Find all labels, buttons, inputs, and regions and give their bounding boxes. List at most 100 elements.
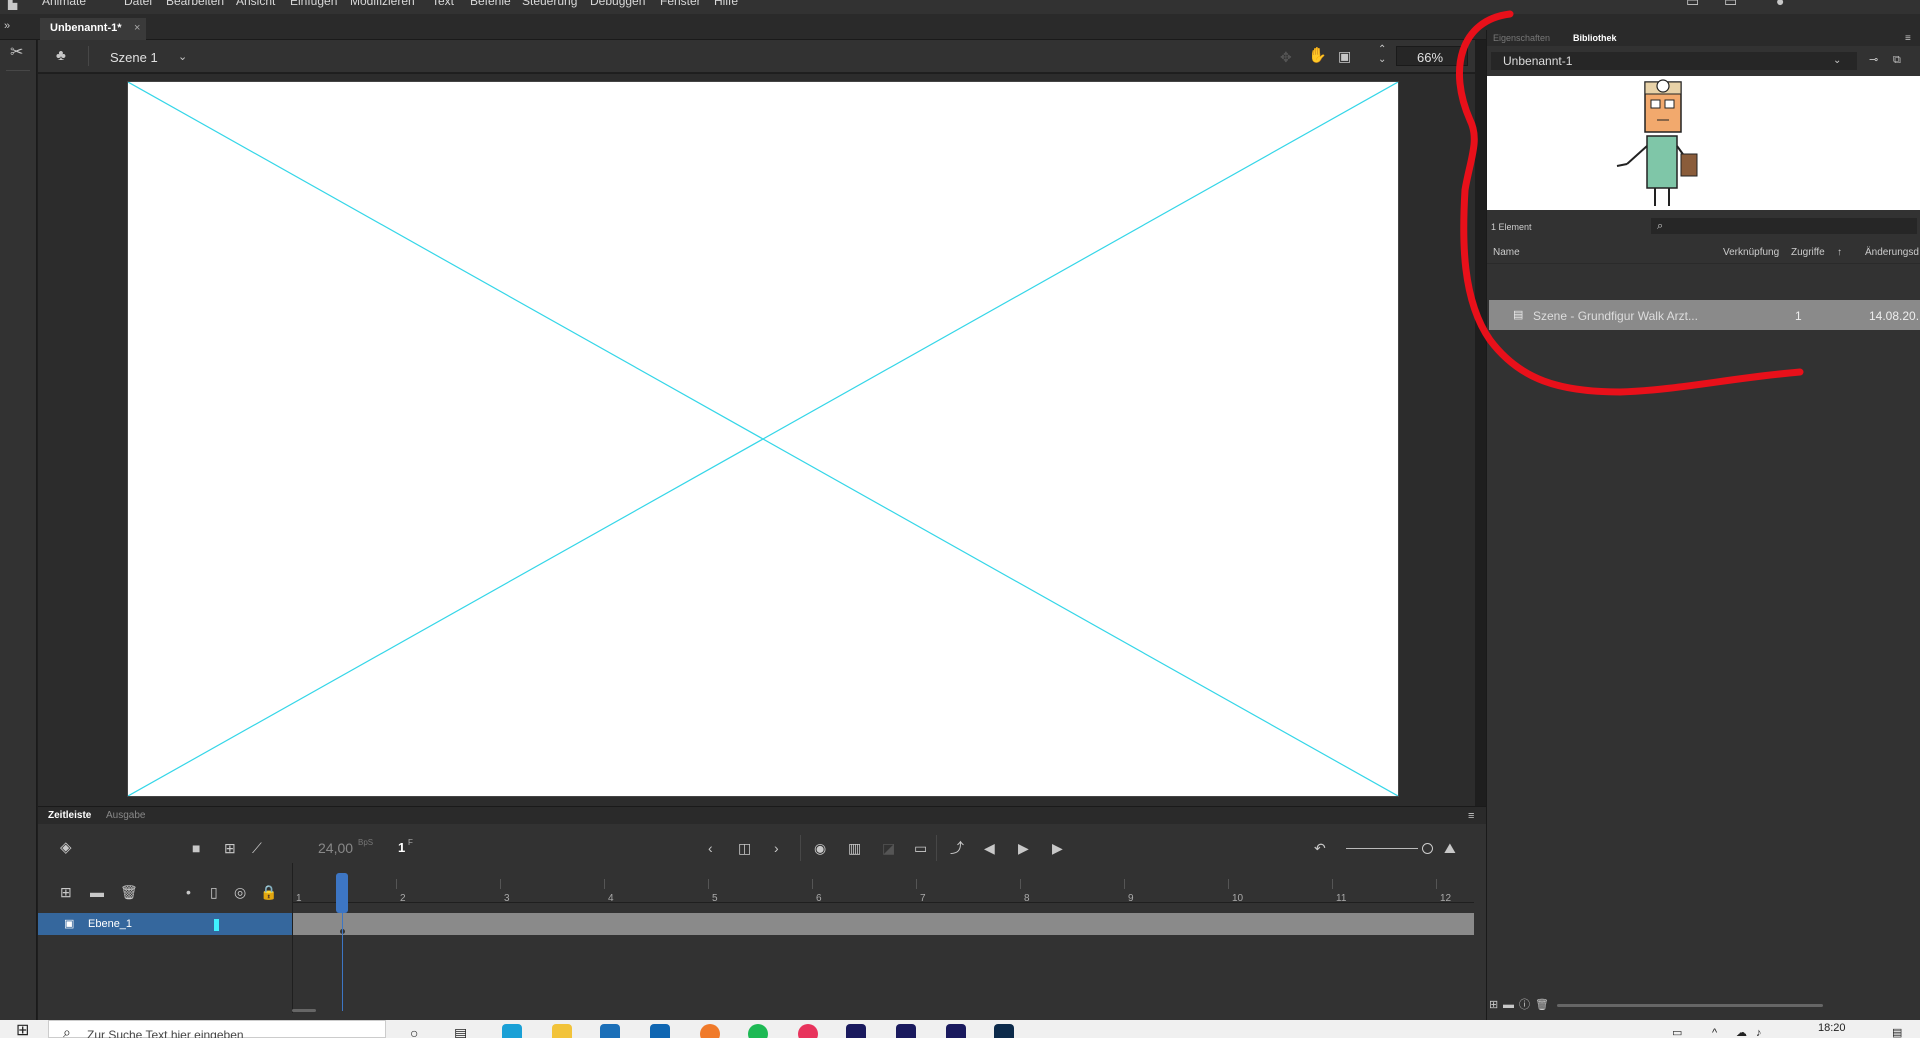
document-tab[interactable]: Unbenannt-1* × [40, 18, 146, 40]
pin-library-icon[interactable]: ⊸ [1869, 53, 1878, 67]
menu-befehle[interactable]: Befehle [470, 0, 511, 8]
graph-icon[interactable]: ⟋ [252, 841, 262, 855]
delete-layer-icon[interactable]: 🗑 [120, 885, 138, 899]
edit-symbol-icon[interactable]: ♣ [56, 48, 66, 63]
properties-icon[interactable]: ⓘ [1519, 998, 1530, 1012]
taskbar-clock[interactable]: 18:20 [1818, 1022, 1846, 1034]
new-folder-icon[interactable]: ▬ [90, 885, 104, 899]
panel-menu-icon[interactable]: ≡ [1468, 809, 1474, 823]
column-uses[interactable]: Zugriffe [1791, 247, 1825, 258]
fit-frames-icon[interactable]: ⛰ [1444, 841, 1456, 855]
edge-icon[interactable] [502, 1024, 522, 1038]
insert-keyframe-icon[interactable]: ◫ [738, 841, 751, 855]
scene-dropdown-icon[interactable]: ⌄ [178, 50, 187, 64]
creative-cloud-icon[interactable] [798, 1024, 818, 1038]
menu-datei[interactable]: Datei [124, 0, 152, 8]
next-keyframe-icon[interactable]: › [774, 841, 779, 855]
new-layer-icon[interactable]: ⊞ [60, 885, 72, 899]
media-encoder-icon[interactable] [896, 1024, 916, 1038]
step-back-icon[interactable]: ◀ [984, 841, 995, 855]
spotify-icon[interactable] [748, 1024, 768, 1038]
prev-keyframe-icon[interactable]: ‹ [708, 841, 713, 855]
menu-debuggen[interactable]: Debuggen [590, 0, 645, 8]
tray-onedrive-icon[interactable]: ☁ [1736, 1026, 1747, 1038]
new-folder-icon[interactable]: ▬ [1503, 998, 1514, 1012]
fps-value[interactable]: 24,00 [318, 840, 353, 856]
column-date[interactable]: Änderungsd [1865, 247, 1919, 258]
menu-modifizieren[interactable]: Modifizieren [350, 0, 415, 8]
tab-zeitleiste[interactable]: Zeitleiste [48, 810, 91, 821]
tab-bibliothek[interactable]: Bibliothek [1573, 33, 1617, 43]
library-document-select[interactable]: Unbenannt-1 ⌄ [1491, 52, 1857, 70]
current-frame-value[interactable]: 1 [398, 840, 405, 855]
menu-steuerung[interactable]: Steuerung [522, 0, 577, 8]
workspace-icon[interactable]: ▭ [1686, 0, 1699, 8]
panel-menu-icon[interactable]: ≡ [1905, 32, 1911, 46]
column-linkage[interactable]: Verknüpfung [1723, 247, 1779, 258]
onion-skin-icon[interactable]: ◉ [814, 841, 826, 855]
tab-ausgabe[interactable]: Ausgabe [106, 810, 145, 821]
file-explorer-icon[interactable] [552, 1024, 572, 1038]
zoom-stepper-icon[interactable]: ⌃ ⌄ [1378, 45, 1386, 65]
tray-speaker-icon[interactable]: ♪ [1756, 1026, 1762, 1038]
delete-icon[interactable]: 🗑 [1535, 998, 1549, 1012]
tab-eigenschaften[interactable]: Eigenschaften [1493, 33, 1550, 43]
tools-edit-icon[interactable]: ✂ [10, 45, 23, 61]
library-item-row[interactable]: ▤ Szene - Grundfigur Walk Arzt... 1 14.0… [1489, 300, 1920, 330]
help-icon[interactable]: ● [1776, 0, 1784, 8]
layers-icon[interactable]: ◈ [60, 840, 72, 855]
store-icon[interactable] [600, 1024, 620, 1038]
loop-icon[interactable]: ⤴ [950, 841, 964, 855]
firefox-icon[interactable] [700, 1024, 720, 1038]
frame-zoom-slider[interactable] [1346, 848, 1418, 849]
new-symbol-icon[interactable]: ⊞ [1489, 998, 1498, 1012]
scene-label[interactable]: Szene 1 [110, 50, 158, 65]
new-library-panel-icon[interactable]: ⧉ [1893, 53, 1901, 67]
after-effects-icon[interactable] [946, 1024, 966, 1038]
layer-name[interactable]: Ebene_1 [88, 918, 132, 930]
layer-row[interactable]: ▣ Ebene_1 [38, 913, 292, 935]
collapse-panels-icon[interactable]: » [4, 19, 10, 33]
camera-icon[interactable]: ■ [192, 841, 200, 855]
layer-frames-track[interactable] [292, 913, 1474, 935]
insert-frame-icon[interactable]: ▭ [914, 841, 927, 855]
edit-multiple-frames-icon[interactable]: ▥ [848, 841, 861, 855]
stage-canvas[interactable] [127, 81, 1399, 797]
column-name[interactable]: Name [1493, 247, 1520, 258]
library-hscrollbar[interactable] [1557, 1004, 1823, 1007]
tray-chevron-icon[interactable]: ^ [1712, 1026, 1717, 1038]
mail-icon[interactable] [650, 1024, 670, 1038]
notifications-icon[interactable]: ▤ [1892, 1026, 1902, 1038]
menu-ansicht[interactable]: Ansicht [236, 0, 275, 8]
tray-network-icon[interactable]: ▭ [1672, 1026, 1682, 1038]
highlight-layers-icon[interactable]: • [186, 885, 191, 899]
menu-text[interactable]: Text [432, 0, 454, 8]
play-icon[interactable]: ▶ [1018, 841, 1029, 855]
close-tab-icon[interactable]: × [134, 22, 140, 34]
menu-fenster[interactable]: Fenster [660, 0, 701, 8]
layer-color-swatch[interactable] [214, 919, 219, 931]
undo-zoom-icon[interactable]: ↶ [1314, 841, 1326, 855]
outline-layers-icon[interactable]: ▯ [210, 885, 218, 899]
character-animator-icon[interactable] [846, 1024, 866, 1038]
cortana-icon[interactable]: ○ [410, 1026, 418, 1038]
photoshop-icon[interactable] [994, 1024, 1014, 1038]
menu-einfuegen[interactable]: Einfügen [290, 0, 337, 8]
hide-layers-icon[interactable]: ◎ [234, 885, 246, 899]
layout-icon[interactable]: ▭ [1724, 0, 1737, 8]
library-search-input[interactable]: ⌕ [1651, 218, 1917, 234]
step-forward-icon[interactable]: ▶ [1052, 841, 1063, 855]
lock-layers-icon[interactable]: 🔒 [260, 885, 277, 899]
windows-start-icon[interactable]: ⊞ [16, 1023, 29, 1038]
menu-bearbeiten[interactable]: Bearbeiten [166, 0, 224, 8]
frame-zoom-slider-handle[interactable] [1422, 843, 1433, 854]
zoom-dropdown-icon[interactable]: ⌄ [1456, 50, 1465, 64]
timeline-hscrollbar[interactable] [292, 1009, 316, 1012]
task-view-icon[interactable]: ▤ [454, 1026, 467, 1038]
hand-tool-icon[interactable]: ✋ [1308, 48, 1327, 63]
clip-stage-icon[interactable]: ▣ [1338, 49, 1351, 63]
parenting-icon[interactable]: ⊞ [224, 841, 236, 855]
frame-ruler[interactable]: 1 2 3 4 5 6 7 8 9 10 11 12 [292, 879, 1474, 904]
taskbar-search[interactable]: ⌕ Zur Suche Text hier eingeben [48, 1020, 386, 1038]
menu-hilfe[interactable]: Hilfe [714, 0, 738, 8]
